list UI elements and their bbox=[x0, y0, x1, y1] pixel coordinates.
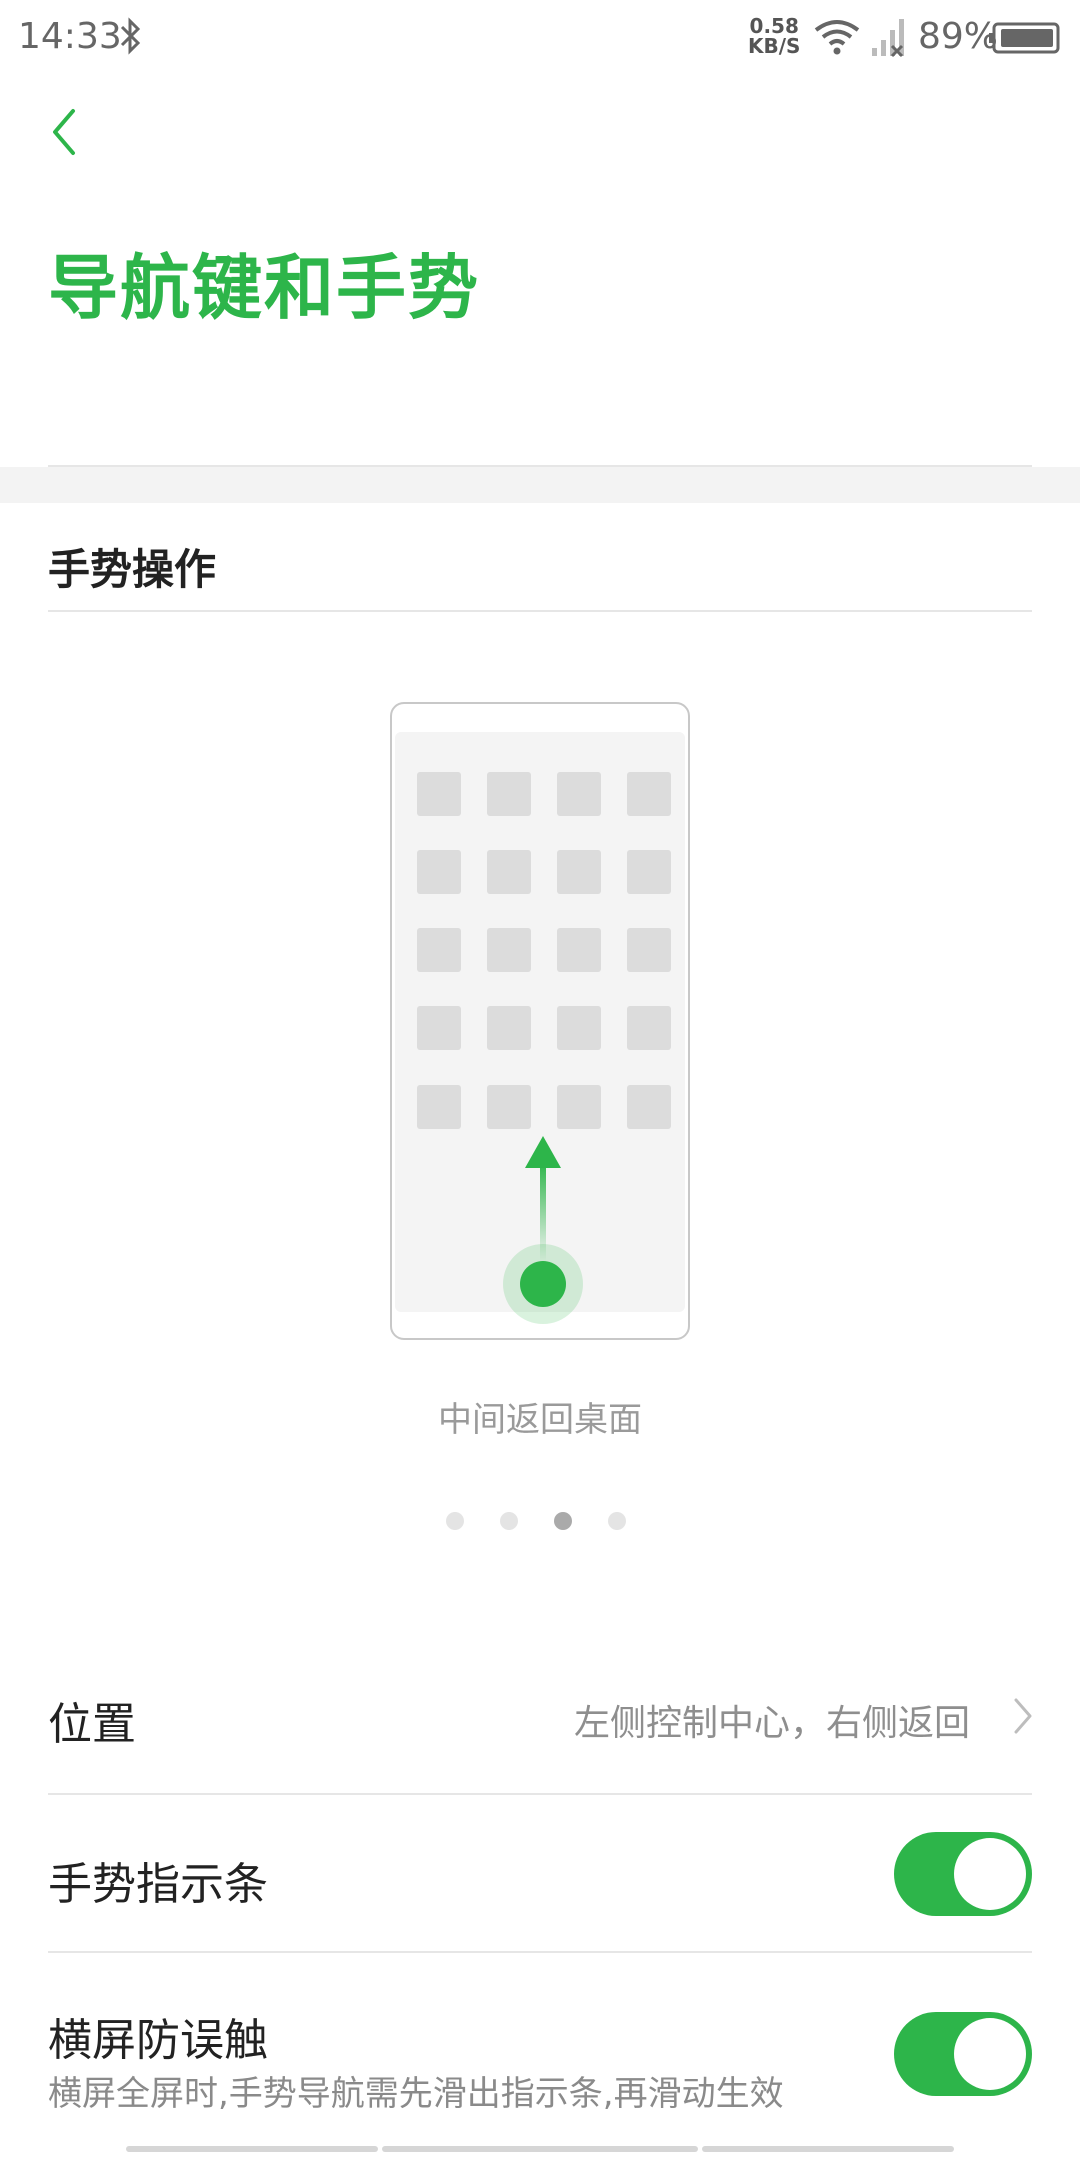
row-divider bbox=[48, 1951, 1032, 1953]
gesture-illustration[interactable] bbox=[390, 702, 690, 1340]
battery-percentage: 89% bbox=[918, 16, 999, 57]
row-divider bbox=[48, 1793, 1032, 1795]
page-dot-active[interactable] bbox=[554, 1512, 572, 1530]
toggle-knob bbox=[954, 1838, 1026, 1910]
setting-position-label: 位置 bbox=[48, 1699, 136, 1750]
chevron-right-icon bbox=[1014, 1698, 1032, 1734]
battery-icon bbox=[989, 22, 1060, 54]
setting-landscape-guard-label: 横屏防误触 bbox=[48, 2015, 268, 2066]
illustration-caption: 中间返回桌面 bbox=[438, 1400, 642, 1440]
page-indicator bbox=[446, 1512, 646, 1532]
setting-position[interactable]: 位置 左侧控制中心，右侧返回 bbox=[0, 1650, 1080, 1782]
setting-gesture-bar: 手势指示条 bbox=[0, 1796, 1080, 1952]
setting-landscape-guard-description: 横屏全屏时,手势导航需先滑出指示条,再滑动生效 bbox=[48, 2074, 784, 2114]
network-speed-value: 0.58 bbox=[749, 14, 799, 38]
page-title: 导航键和手势 bbox=[48, 247, 480, 329]
status-time: 14:33 bbox=[18, 16, 122, 57]
network-speed-unit: KB/S bbox=[748, 34, 801, 58]
gesture-bar-toggle[interactable] bbox=[894, 1832, 1032, 1916]
setting-landscape-guard: 横屏防误触 横屏全屏时,手势导航需先滑出指示条,再滑动生效 bbox=[0, 1954, 1080, 2154]
swipe-up-gesture-icon bbox=[503, 1136, 583, 1324]
gesture-indicator-right[interactable] bbox=[702, 2146, 954, 2152]
network-speed: 0.58 KB/S bbox=[748, 16, 800, 56]
toggle-knob bbox=[954, 2018, 1026, 2090]
gesture-indicator-left[interactable] bbox=[126, 2146, 378, 2152]
chevron-left-icon bbox=[53, 109, 75, 155]
section-gap bbox=[0, 467, 1080, 503]
signal-icon bbox=[872, 19, 904, 58]
wifi-icon bbox=[814, 20, 860, 55]
back-button[interactable] bbox=[36, 100, 92, 164]
section-header: 手势操作 bbox=[48, 545, 217, 594]
section-divider bbox=[48, 610, 1032, 612]
setting-gesture-bar-label: 手势指示条 bbox=[48, 1859, 268, 1910]
landscape-guard-toggle[interactable] bbox=[894, 2012, 1032, 2096]
bluetooth-icon bbox=[120, 17, 141, 55]
status-bar: 14:33 0.58 KB/S 89% bbox=[0, 0, 1080, 76]
setting-position-value: 左侧控制中心，右侧返回 bbox=[573, 1703, 970, 1744]
page-dot[interactable] bbox=[500, 1512, 518, 1530]
page-dot[interactable] bbox=[608, 1512, 626, 1530]
page-dot[interactable] bbox=[446, 1512, 464, 1530]
gesture-indicator-center[interactable] bbox=[382, 2146, 698, 2152]
